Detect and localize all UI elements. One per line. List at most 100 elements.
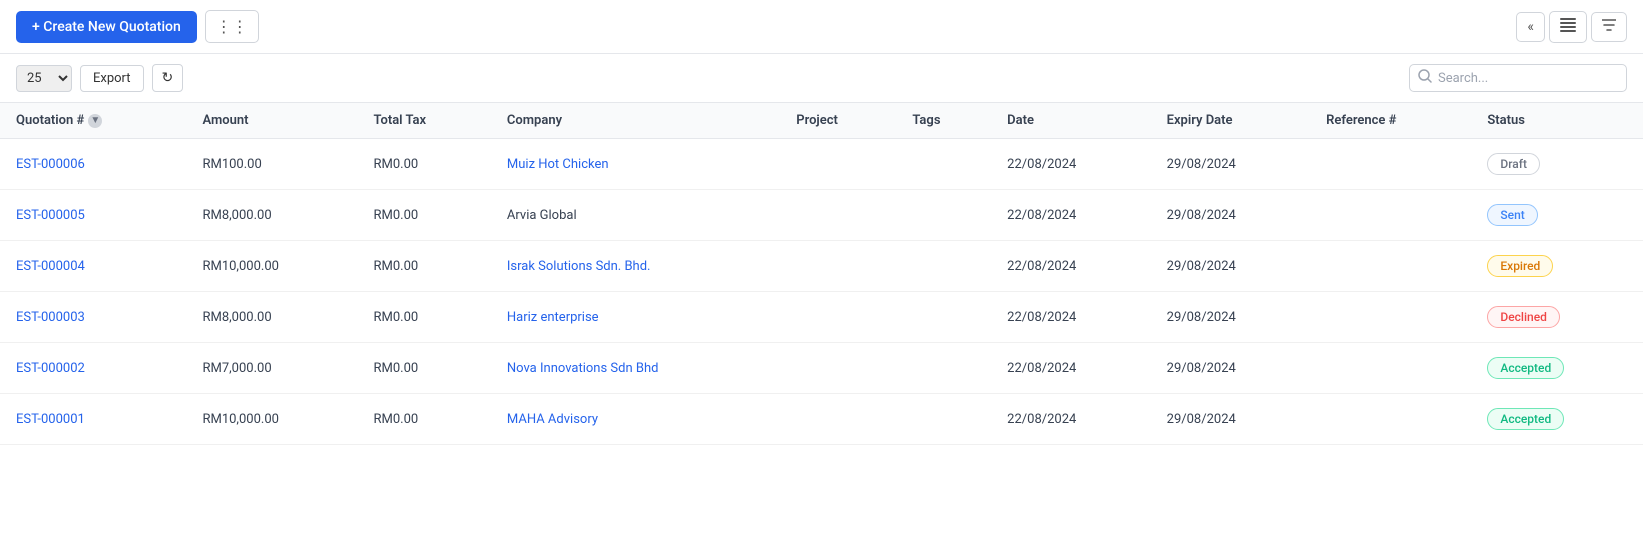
cell-reference-num — [1310, 190, 1471, 241]
cell-expiry-date: 29/08/2024 — [1151, 241, 1310, 292]
table-row: EST-000006 RM100.00RM0.00 Muiz Hot Chicken… — [0, 139, 1643, 190]
cell-total-tax: RM0.00 — [357, 343, 490, 394]
table-row: EST-000005 RM8,000.00RM0.00Arvia Global 22… — [0, 190, 1643, 241]
cell-company: Hariz enterprise — [491, 292, 780, 343]
cell-amount: RM10,000.00 — [186, 241, 357, 292]
cell-status: Accepted — [1471, 343, 1643, 394]
col-header-total-tax: Total Tax — [357, 103, 490, 139]
search-input[interactable] — [1438, 71, 1618, 86]
company-link[interactable]: Muiz Hot Chicken — [507, 157, 609, 172]
status-badge: Expired — [1487, 255, 1553, 277]
refresh-icon: ↻ — [162, 70, 174, 86]
grid-icon: ⋮⋮ — [216, 17, 248, 36]
cell-tags — [896, 292, 991, 343]
cell-amount: RM100.00 — [186, 139, 357, 190]
cell-expiry-date: 29/08/2024 — [1151, 394, 1310, 445]
cell-date: 22/08/2024 — [991, 190, 1150, 241]
cell-company: Arvia Global — [491, 190, 780, 241]
cell-reference-num — [1310, 241, 1471, 292]
cell-amount: RM10,000.00 — [186, 394, 357, 445]
sort-icon-quotation-num[interactable]: ▼ — [88, 114, 102, 128]
status-badge: Accepted — [1487, 408, 1564, 430]
cell-project — [780, 394, 896, 445]
company-link[interactable]: Hariz enterprise — [507, 310, 599, 325]
cell-date: 22/08/2024 — [991, 292, 1150, 343]
cell-status: Sent — [1471, 190, 1643, 241]
quotation-num-link[interactable]: EST-000003 — [16, 310, 85, 325]
per-page-select[interactable]: 25 50 100 — [16, 65, 72, 92]
cell-total-tax: RM0.00 — [357, 190, 490, 241]
quotation-num-link[interactable]: EST-000002 — [16, 361, 85, 376]
cell-reference-num — [1310, 394, 1471, 445]
cell-reference-num — [1310, 292, 1471, 343]
col-header-company: Company — [491, 103, 780, 139]
cell-tags — [896, 343, 991, 394]
col-header-date: Date — [991, 103, 1150, 139]
table-row: EST-000004RM10,000.00RM0.00Israk Solutio… — [0, 241, 1643, 292]
cell-quotation-num: EST-000004 — [0, 241, 186, 292]
cell-date: 22/08/2024 — [991, 139, 1150, 190]
company-link[interactable]: Israk Solutions Sdn. Bhd. — [507, 259, 651, 274]
cell-tags — [896, 190, 991, 241]
table-row: EST-000001 RM10,000.00RM0.00 MAHA Advisory… — [0, 394, 1643, 445]
cell-quotation-num: EST-000003 — [0, 292, 186, 343]
create-new-quotation-button[interactable]: + Create New Quotation — [16, 11, 197, 43]
company-link[interactable]: Nova Innovations Sdn Bhd — [507, 361, 659, 376]
cell-tags — [896, 139, 991, 190]
cell-tags — [896, 394, 991, 445]
list-view-button[interactable] — [1549, 11, 1587, 43]
cell-expiry-date: 29/08/2024 — [1151, 343, 1310, 394]
cell-amount: RM7,000.00 — [186, 343, 357, 394]
export-button[interactable]: Export — [80, 65, 144, 92]
filter-icon — [1602, 19, 1616, 35]
toolbar-left: 25 50 100 Export ↻ — [16, 64, 183, 92]
filter-button[interactable] — [1591, 12, 1627, 42]
quotation-num-link[interactable]: EST-000005 — [16, 208, 85, 223]
cell-tags — [896, 241, 991, 292]
status-badge: Accepted — [1487, 357, 1564, 379]
cell-quotation-num: EST-000005 — [0, 190, 186, 241]
status-badge: Sent — [1487, 204, 1537, 226]
table-row: EST-000003RM8,000.00RM0.00Hariz enterpri… — [0, 292, 1643, 343]
cell-company: Nova Innovations Sdn Bhd — [491, 343, 780, 394]
col-header-expiry-date: Expiry Date — [1151, 103, 1310, 139]
quotation-num-link[interactable]: EST-000006 — [16, 157, 85, 172]
cell-amount: RM8,000.00 — [186, 190, 357, 241]
company-link[interactable]: MAHA Advisory — [507, 412, 598, 427]
top-bar-right: « — [1516, 11, 1627, 43]
cell-project — [780, 190, 896, 241]
cell-quotation-num: EST-000006 — [0, 139, 186, 190]
quotation-num-link[interactable]: EST-000001 — [16, 412, 85, 427]
collapse-icon: « — [1527, 19, 1534, 35]
search-icon — [1418, 69, 1432, 87]
cell-date: 22/08/2024 — [991, 241, 1150, 292]
cell-quotation-num: EST-000002 — [0, 343, 186, 394]
col-header-amount: Amount — [186, 103, 357, 139]
cell-date: 22/08/2024 — [991, 394, 1150, 445]
cell-total-tax: RM0.00 — [357, 394, 490, 445]
cell-status: Declined — [1471, 292, 1643, 343]
cell-expiry-date: 29/08/2024 — [1151, 139, 1310, 190]
cell-total-tax: RM0.00 — [357, 139, 490, 190]
collapse-button[interactable]: « — [1516, 12, 1545, 42]
top-bar: + Create New Quotation ⋮⋮ « — [0, 0, 1643, 54]
table-header: Quotation # ▼ Amount Total Tax Company P… — [0, 103, 1643, 139]
cell-status: Expired — [1471, 241, 1643, 292]
col-header-tags: Tags — [896, 103, 991, 139]
cell-quotation-num: EST-000001 — [0, 394, 186, 445]
refresh-button[interactable]: ↻ — [152, 64, 184, 92]
quotation-num-link[interactable]: EST-000004 — [16, 259, 85, 274]
table-body: EST-000006RM100.00RM0.00Muiz Hot Chicken… — [0, 139, 1643, 445]
cell-company: Israk Solutions Sdn. Bhd. — [491, 241, 780, 292]
cell-date: 22/08/2024 — [991, 343, 1150, 394]
grid-view-button[interactable]: ⋮⋮ — [205, 10, 259, 43]
list-icon — [1560, 18, 1576, 36]
search-container — [1409, 64, 1627, 92]
cell-reference-num — [1310, 343, 1471, 394]
cell-project — [780, 139, 896, 190]
top-bar-left: + Create New Quotation ⋮⋮ — [16, 10, 259, 43]
cell-status: Accepted — [1471, 394, 1643, 445]
cell-amount: RM8,000.00 — [186, 292, 357, 343]
col-header-status: Status — [1471, 103, 1643, 139]
cell-company: MAHA Advisory — [491, 394, 780, 445]
